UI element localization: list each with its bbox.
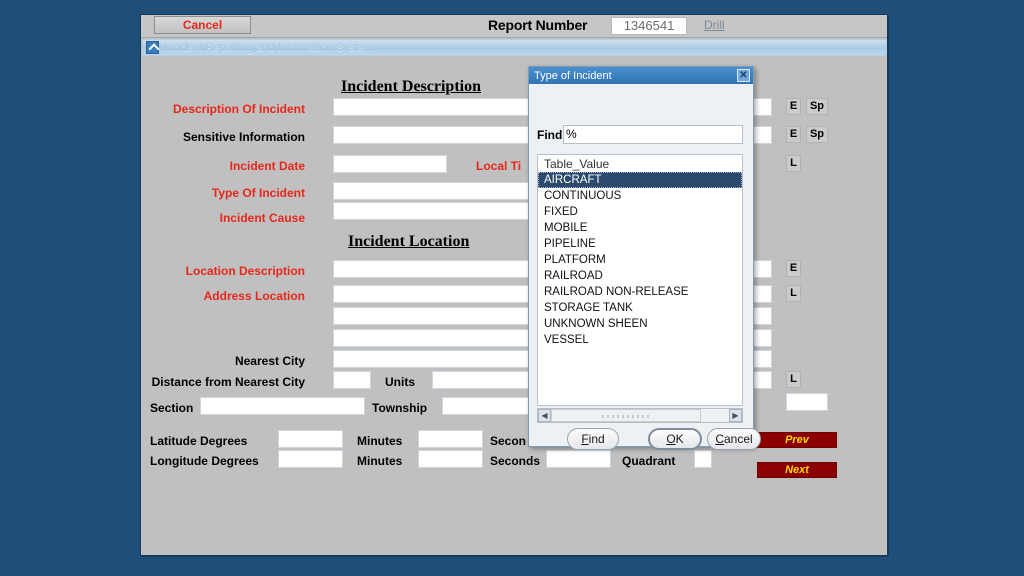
drill-link[interactable]: Drill <box>704 18 725 32</box>
input-longitude-seconds[interactable] <box>546 450 611 468</box>
input-latitude-degrees[interactable] <box>278 430 343 448</box>
button-list-address[interactable]: L <box>786 285 801 302</box>
application-window: Cancel Report Number 1346541 Drill Incid… <box>140 14 888 556</box>
report-number-label: Report Number <box>488 17 588 33</box>
button-edit-location-description[interactable]: E <box>786 260 801 277</box>
values-list[interactable]: Table_Value AIRCRAFT CONTINUOUS FIXED MO… <box>537 154 743 406</box>
cancel-button[interactable]: Cancel <box>154 16 251 34</box>
close-icon[interactable]: ✕ <box>737 69 750 82</box>
input-township-extra[interactable] <box>786 393 828 411</box>
ok-button[interactable]: OK <box>648 428 702 450</box>
find-button[interactable]: Find <box>567 428 619 450</box>
label-longitude-minutes: Minutes <box>357 454 403 468</box>
list-item[interactable]: FIXED <box>538 204 742 220</box>
list-item[interactable]: UNKNOWN SHEEN <box>538 316 742 332</box>
label-incident-cause: Incident Cause <box>219 211 305 225</box>
button-list-units[interactable]: L <box>786 371 801 388</box>
label-distance-from-nearest-city: Distance from Nearest City <box>151 375 305 389</box>
list-item[interactable]: PIPELINE <box>538 236 742 252</box>
label-quadrant: Quadrant <box>622 454 676 468</box>
label-sensitive-information: Sensitive Information <box>182 130 305 144</box>
cancel-button-dialog[interactable]: Cancel <box>707 428 761 450</box>
find-button-rest: ind <box>588 432 605 446</box>
form-canvas: Incident Description Description Of Inci… <box>142 56 887 554</box>
scrollbar-track[interactable] <box>551 409 729 422</box>
button-spell-description[interactable]: Sp <box>806 98 828 115</box>
find-input[interactable]: % <box>563 125 743 144</box>
dialog-title: Type of Incident <box>534 69 612 82</box>
top-toolbar: Cancel Report Number 1346541 Drill <box>141 15 887 38</box>
horizontal-scrollbar[interactable]: ◀ ▶ <box>537 408 743 423</box>
list-column-header: Table_Value <box>544 157 610 171</box>
chevron-left-icon[interactable]: ◀ <box>538 409 551 422</box>
ok-button-rest: K <box>675 432 684 446</box>
label-longitude-degrees: Longitude Degrees <box>150 454 259 468</box>
input-quadrant[interactable] <box>694 450 712 468</box>
label-township: Township <box>372 401 428 415</box>
report-number-input[interactable]: 1346541 <box>611 17 687 35</box>
label-address-location: Address Location <box>203 289 305 303</box>
inner-window-title: Incident Reporting and Information Syste… <box>164 41 373 54</box>
button-spell-sensitive[interactable]: Sp <box>806 126 828 143</box>
section-title-incident-description: Incident Description <box>341 78 481 95</box>
input-longitude-minutes[interactable] <box>418 450 483 468</box>
label-local-time: Local Ti <box>476 159 522 173</box>
label-description-of-incident: Description Of Incident <box>172 102 305 116</box>
prev-button[interactable]: Prev <box>757 432 837 448</box>
button-list-incident-date[interactable]: L <box>786 155 801 172</box>
input-incident-date[interactable] <box>333 155 447 173</box>
label-units: Units <box>385 375 415 389</box>
list-item[interactable]: MOBILE <box>538 220 742 236</box>
input-latitude-minutes[interactable] <box>418 430 483 448</box>
chevron-right-icon[interactable]: ▶ <box>729 409 742 422</box>
label-latitude-minutes: Minutes <box>357 434 403 448</box>
list-item[interactable]: AIRCRAFT <box>538 172 742 188</box>
list-item[interactable]: PLATFORM <box>538 252 742 268</box>
list-item[interactable]: VESSEL <box>538 332 742 348</box>
label-latitude-degrees: Latitude Degrees <box>150 434 248 448</box>
find-button-mnemonic: F <box>581 432 589 446</box>
label-section: Section <box>150 401 194 415</box>
label-incident-date: Incident Date <box>229 159 305 173</box>
list-item[interactable]: RAILROAD <box>538 268 742 284</box>
label-latitude-seconds: Secon <box>490 434 527 448</box>
label-location-description: Location Description <box>185 264 305 278</box>
type-of-incident-dialog: Type of Incident ✕ Find % Table_Value AI… <box>528 66 761 450</box>
inner-window-titlebar[interactable]: Incident Reporting and Information Syste… <box>142 39 887 56</box>
label-type-of-incident: Type Of Incident <box>211 186 305 200</box>
list-item[interactable]: RAILROAD NON-RELEASE <box>538 284 742 300</box>
input-distance[interactable] <box>333 371 371 389</box>
scrollbar-thumb[interactable] <box>551 409 701 422</box>
cancel-button-rest: ancel <box>723 432 753 446</box>
find-label: Find <box>537 128 563 142</box>
document-icon <box>146 41 159 54</box>
button-edit-description[interactable]: E <box>786 98 801 115</box>
button-edit-sensitive[interactable]: E <box>786 126 801 143</box>
label-longitude-seconds: Seconds <box>490 454 541 468</box>
next-button[interactable]: Next <box>757 462 837 478</box>
cancel-button-mnemonic: C <box>715 432 724 446</box>
section-title-incident-location: Incident Location <box>348 233 470 250</box>
list-item[interactable]: CONTINUOUS <box>538 188 742 204</box>
list-item[interactable]: STORAGE TANK <box>538 300 742 316</box>
input-longitude-degrees[interactable] <box>278 450 343 468</box>
dialog-titlebar[interactable]: Type of Incident ✕ <box>529 67 753 84</box>
dialog-body: Find % Table_Value AIRCRAFT CONTINUOUS F… <box>529 84 761 450</box>
label-nearest-city: Nearest City <box>234 354 305 368</box>
ok-button-mnemonic: O <box>666 432 676 446</box>
input-section[interactable] <box>200 397 365 415</box>
